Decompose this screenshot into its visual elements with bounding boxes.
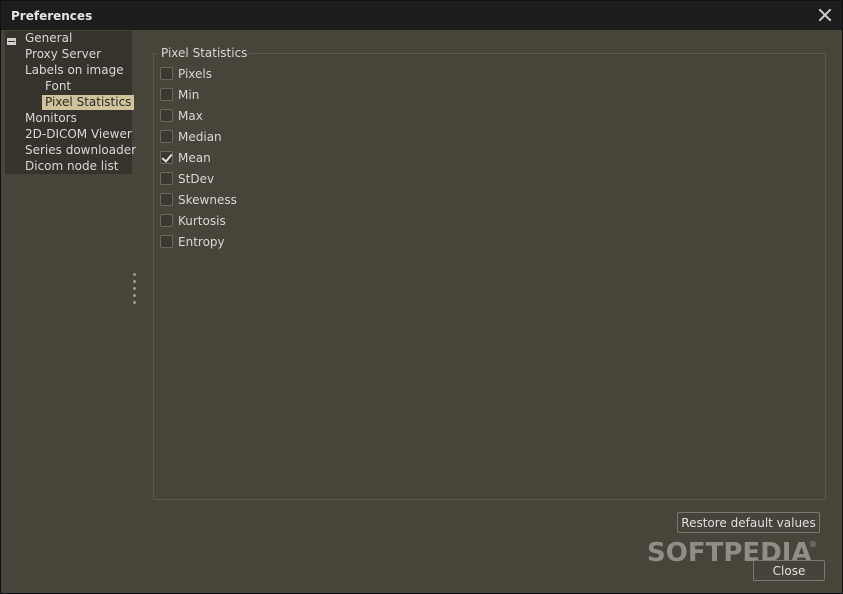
checkbox[interactable] bbox=[160, 172, 173, 185]
group-title: Pixel Statistics bbox=[159, 46, 250, 60]
checkbox[interactable] bbox=[160, 88, 173, 101]
option-label: Pixels bbox=[178, 66, 213, 81]
registered-mark: ® bbox=[809, 540, 817, 549]
option-label: Min bbox=[178, 87, 200, 102]
tree-item-proxy-server[interactable]: Proxy Server bbox=[25, 47, 101, 62]
checkbox[interactable] bbox=[160, 193, 173, 206]
tree-item-2d-dicom-viewer[interactable]: 2D-DICOM Viewer bbox=[25, 127, 132, 142]
tree-item-font[interactable]: Font bbox=[45, 79, 71, 94]
option-label: Mean bbox=[178, 150, 211, 165]
tree-item-monitors[interactable]: Monitors bbox=[25, 111, 77, 126]
tree-item-series-downloader[interactable]: Series downloader bbox=[25, 143, 136, 158]
option-label: StDev bbox=[178, 171, 215, 186]
option-entropy[interactable]: Entropy bbox=[160, 234, 225, 249]
option-min[interactable]: Min bbox=[160, 87, 199, 102]
checkbox[interactable] bbox=[160, 235, 173, 248]
checkbox[interactable] bbox=[160, 109, 173, 122]
option-label: Median bbox=[178, 129, 222, 144]
option-skewness[interactable]: Skewness bbox=[160, 192, 237, 207]
checkbox-checked[interactable] bbox=[160, 151, 173, 164]
option-max[interactable]: Max bbox=[160, 108, 203, 123]
tree-item-general[interactable]: General bbox=[25, 31, 72, 46]
option-label: Kurtosis bbox=[178, 213, 226, 228]
pixel-statistics-group bbox=[153, 53, 826, 500]
close-button[interactable]: Close bbox=[753, 560, 825, 581]
checkbox[interactable] bbox=[160, 67, 173, 80]
option-mean[interactable]: Mean bbox=[160, 150, 211, 165]
checkbox[interactable] bbox=[160, 214, 173, 227]
tree-item-dicom-node-list[interactable]: Dicom node list bbox=[25, 159, 118, 174]
tree-item-pixel-statistics[interactable]: Pixel Statistics bbox=[42, 95, 135, 110]
option-stdev[interactable]: StDev bbox=[160, 171, 214, 186]
restore-defaults-button[interactable]: Restore default values bbox=[677, 512, 820, 533]
preferences-dialog: Preferences General Proxy Server Labels … bbox=[0, 0, 843, 594]
option-label: Max bbox=[178, 108, 203, 123]
option-kurtosis[interactable]: Kurtosis bbox=[160, 213, 226, 228]
splitter-handle[interactable] bbox=[133, 273, 137, 307]
option-median[interactable]: Median bbox=[160, 129, 222, 144]
window-title: Preferences bbox=[11, 9, 93, 23]
option-label: Skewness bbox=[178, 192, 237, 207]
checkbox[interactable] bbox=[160, 130, 173, 143]
close-icon[interactable] bbox=[816, 6, 834, 24]
title-bar: Preferences bbox=[1, 1, 842, 30]
tree-item-labels-on-image[interactable]: Labels on image bbox=[25, 63, 124, 78]
collapse-icon[interactable] bbox=[7, 38, 16, 45]
option-label: Entropy bbox=[178, 234, 225, 249]
option-pixels[interactable]: Pixels bbox=[160, 66, 212, 81]
